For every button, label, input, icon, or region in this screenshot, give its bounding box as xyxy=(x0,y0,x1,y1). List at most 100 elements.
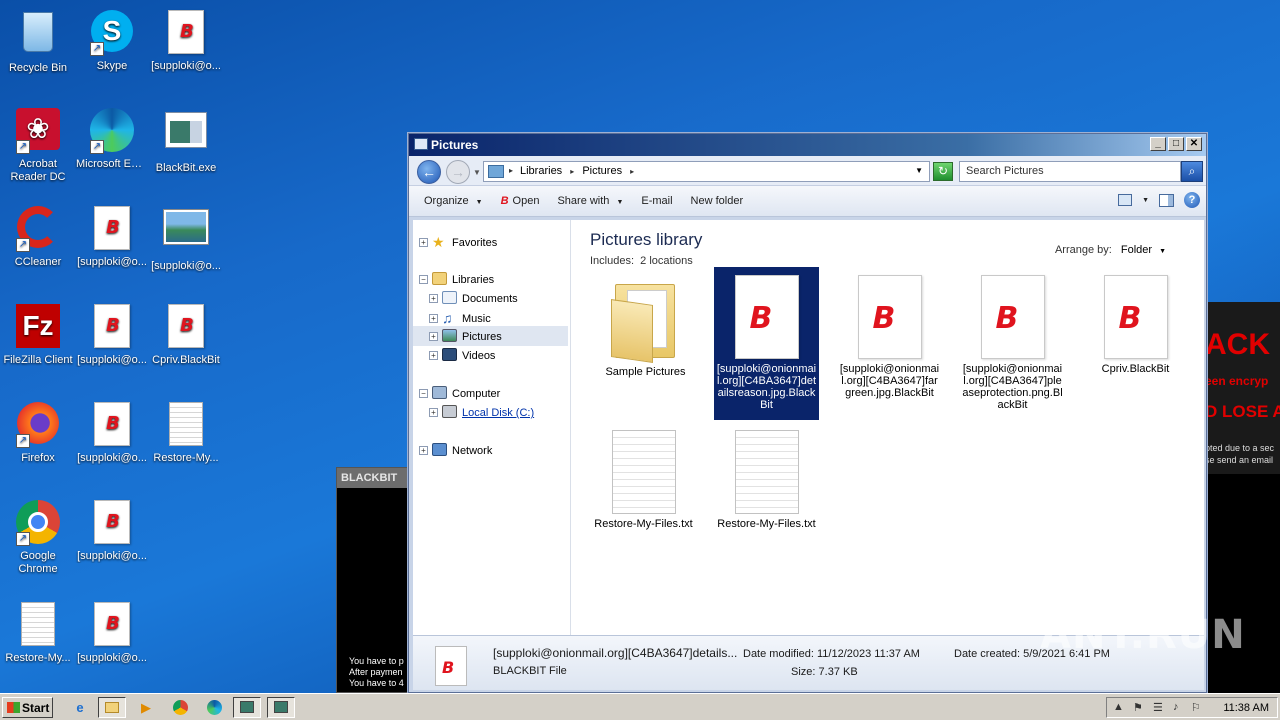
nav-local-disk[interactable]: + Local Disk (C:) xyxy=(429,405,534,419)
network-tray-icon[interactable]: ☰ xyxy=(1153,701,1163,714)
chrome-taskbar-icon[interactable] xyxy=(166,697,194,718)
computer-icon xyxy=(432,386,447,399)
clock[interactable]: 11:38 AM xyxy=(1223,702,1269,714)
blackbit-window-message: You have to p After paymen You have to 4 xyxy=(349,656,404,688)
preview-pane-icon[interactable] xyxy=(1159,193,1174,207)
desktop-icon-blackbit-file-4[interactable]: B [supploki@o... xyxy=(74,498,150,563)
blackbit-taskbar-icon-2[interactable] xyxy=(267,697,295,718)
close-button[interactable]: ✕ xyxy=(1186,137,1202,151)
desktop-icon-blackbit-file-5[interactable]: B [supploki@o... xyxy=(74,600,150,665)
desktop-icon-blackbit-file-1[interactable]: B [supploki@o... xyxy=(74,204,150,269)
desktop-icon-chrome[interactable]: ↗ Google Chrome xyxy=(0,498,76,576)
search-icon[interactable]: ⌕ xyxy=(1181,161,1203,182)
file-item-fargreen[interactable]: B [supploki@onionmail.org][C4BA3647]farg… xyxy=(837,267,942,407)
explorer-content: + ★ Favorites − Libraries + Documents + ♫ Musi… xyxy=(413,220,1204,635)
recycle-bin-icon xyxy=(14,12,62,60)
anyrun-watermark: ANY.RUN xyxy=(1040,612,1246,658)
explorer-taskbar-icon[interactable] xyxy=(98,697,126,718)
edge-taskbar-icon[interactable] xyxy=(200,697,228,718)
file-item-cpriv[interactable]: B Cpriv.BlackBit xyxy=(1083,267,1188,387)
file-pane: Pictures library Includes: 2 locations A… xyxy=(573,220,1204,635)
nav-pictures[interactable]: + Pictures xyxy=(413,326,568,346)
recent-pages-dropdown-icon[interactable]: ▼ xyxy=(473,168,481,177)
nav-network[interactable]: + Network xyxy=(419,443,492,457)
search-input[interactable]: Search Pictures xyxy=(959,161,1181,182)
command-bar: Organize ▼ B Open Share with ▼ E-mail New f… xyxy=(409,186,1206,217)
desktop-icon-edge[interactable]: ↗ Microsoft Edge xyxy=(74,106,150,171)
edge-icon: ↗ xyxy=(88,108,136,156)
window-title: Pictures xyxy=(431,138,479,152)
desktop-icon-restore-txt-2[interactable]: Restore-My... xyxy=(0,600,76,665)
file-item-sample-pictures[interactable]: Sample Pictures xyxy=(593,272,698,382)
desktop-icon-firefox[interactable]: ↗ Firefox xyxy=(0,400,76,465)
file-item-restore-txt-1[interactable]: Restore-My-Files.txt xyxy=(591,422,696,546)
pictures-folder-icon xyxy=(414,138,428,150)
drive-icon xyxy=(442,405,457,418)
chevron-right-icon[interactable]: ▸ xyxy=(570,167,574,176)
action-center-icon[interactable]: ⚐ xyxy=(1191,701,1201,714)
image-file-icon xyxy=(162,210,210,258)
file-item-pleaseprotection[interactable]: B [supploki@onionmail.org][C4BA3647]plea… xyxy=(960,267,1065,420)
network-icon xyxy=(432,443,447,456)
nav-libraries[interactable]: − Libraries xyxy=(419,272,494,286)
change-view-icon[interactable] xyxy=(1118,194,1133,206)
desktop-icon-recycle-bin[interactable]: Recycle Bin xyxy=(0,8,76,75)
desktop-icon-blackbit-file-0[interactable]: B [supploki@o... xyxy=(148,8,224,73)
new-folder-button[interactable]: New folder xyxy=(691,195,744,216)
file-item-restore-txt-2[interactable]: Restore-My-Files.txt xyxy=(714,422,819,546)
desktop-icon-acrobat[interactable]: ❀ ↗ Acrobat Reader DC xyxy=(0,106,76,184)
nav-favorites[interactable]: + ★ Favorites xyxy=(419,234,497,250)
share-with-button[interactable]: Share with ▼ xyxy=(557,195,623,216)
internet-explorer-icon[interactable]: e xyxy=(66,697,94,718)
forward-button[interactable]: → xyxy=(446,160,470,184)
organize-button[interactable]: Organize ▼ xyxy=(424,195,483,216)
address-bar[interactable]: ▸ Libraries ▸ Pictures ▸ ▼ xyxy=(483,161,930,182)
desktop-icon-blackbit-file-3[interactable]: B [supploki@o... xyxy=(74,400,150,465)
arrange-by-dropdown[interactable]: Folder ▼ xyxy=(1121,244,1166,256)
ransom-subheading: een encryp xyxy=(1205,374,1269,388)
maximize-button[interactable]: □ xyxy=(1168,137,1184,151)
blackbit-app-icon: B xyxy=(500,195,509,207)
nav-videos[interactable]: + Videos xyxy=(429,348,495,362)
desktop-icon-skype[interactable]: S ↗ Skype xyxy=(74,8,150,73)
media-player-icon[interactable]: ▶ xyxy=(132,697,160,718)
desktop-icon-cpriv-blackbit[interactable]: B Cpriv.BlackBit xyxy=(148,302,224,367)
show-hidden-icons-icon[interactable]: ▲ xyxy=(1113,701,1124,713)
start-button[interactable]: Start xyxy=(2,697,53,718)
navigation-pane: + ★ Favorites − Libraries + Documents + ♫ Musi… xyxy=(413,220,571,635)
desktop-icon-restore-txt[interactable]: Restore-My... xyxy=(148,400,224,465)
chevron-right-icon[interactable]: ▸ xyxy=(509,166,513,175)
file-item-detailsreason[interactable]: B [supploki@onionmail.org][C4BA3647]deta… xyxy=(714,267,819,420)
blackbit-window[interactable]: BLACKBIT You have to p After paymen You … xyxy=(336,467,410,693)
open-button[interactable]: B Open xyxy=(501,195,540,216)
back-button[interactable]: ← xyxy=(417,160,441,184)
system-tray: ▲ ⚑ ☰ ♪ ⚐ 11:38 AM xyxy=(1106,697,1278,718)
view-options-dropdown-icon[interactable]: ▼ xyxy=(1142,197,1149,204)
blackbit-file-icon: B xyxy=(88,602,136,650)
nav-music[interactable]: + ♫ Music xyxy=(429,310,491,326)
desktop-icon-image-file[interactable]: [supploki@o... xyxy=(148,204,224,273)
includes-locations-link[interactable]: 2 locations xyxy=(640,255,693,267)
text-file-icon xyxy=(14,602,62,650)
explorer-window[interactable]: Pictures _ □ ✕ ← → ▼ ▸ Libraries ▸ Pictu… xyxy=(408,133,1207,693)
desktop-icon-blackbit-file-2[interactable]: B [supploki@o... xyxy=(74,302,150,367)
address-dropdown-icon[interactable]: ▼ xyxy=(915,166,923,175)
breadcrumb-libraries[interactable]: Libraries xyxy=(520,165,562,177)
email-button[interactable]: E-mail xyxy=(641,195,672,216)
explorer-title-bar[interactable]: Pictures _ □ ✕ xyxy=(409,134,1206,156)
desktop-icon-filezilla[interactable]: Fz FileZilla Client xyxy=(0,302,76,367)
blackbit-taskbar-icon[interactable] xyxy=(233,697,261,718)
minimize-button[interactable]: _ xyxy=(1150,137,1166,151)
breadcrumb-pictures[interactable]: Pictures xyxy=(582,165,622,177)
help-icon[interactable]: ? xyxy=(1184,192,1200,208)
desktop-icon-ccleaner[interactable]: ↗ CCleaner xyxy=(0,204,76,269)
volume-icon[interactable]: ♪ xyxy=(1173,701,1179,713)
blackbit-file-icon: B xyxy=(88,500,136,548)
desktop-icon-blackbit-exe[interactable]: BlackBit.exe xyxy=(148,106,224,175)
security-icon[interactable]: ⚑ xyxy=(1133,701,1143,714)
chevron-right-icon[interactable]: ▸ xyxy=(630,167,634,176)
refresh-button[interactable]: ↻ xyxy=(933,162,953,181)
nav-documents[interactable]: + Documents xyxy=(429,291,518,305)
music-icon: ♫ xyxy=(442,310,453,326)
nav-computer[interactable]: − Computer xyxy=(419,386,500,400)
